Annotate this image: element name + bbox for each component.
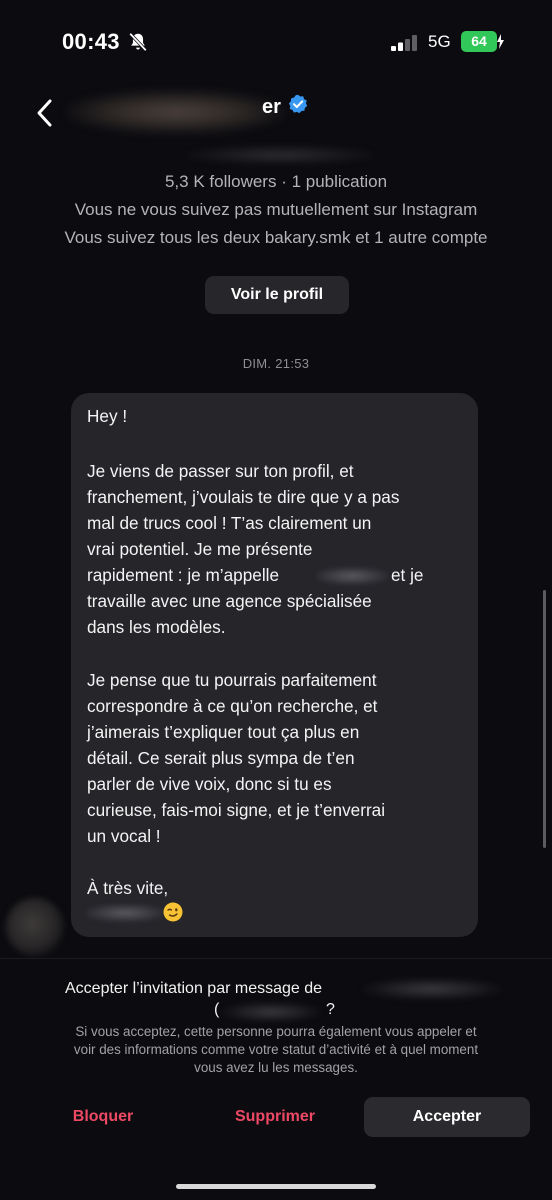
message-line: Hey ! bbox=[87, 406, 128, 426]
mutual-follow-status: Vous ne vous suivez pas mutuellement sur… bbox=[74, 200, 478, 219]
network-type: 5G bbox=[428, 32, 451, 51]
profile-name-redacted bbox=[66, 90, 286, 134]
message-line: dans les modèles. bbox=[87, 617, 226, 637]
battery-level: 64 bbox=[461, 31, 497, 52]
divider bbox=[0, 958, 552, 959]
invite-text: Accepter l’invitation par message de bbox=[65, 980, 323, 997]
avatar[interactable] bbox=[6, 898, 64, 956]
winking-face-emoji bbox=[163, 902, 183, 922]
username-redacted bbox=[185, 145, 375, 165]
message-line: détail. Ce serait plus sympa de t’en bbox=[87, 748, 355, 768]
message-line: Je pense que tu pourrais parfaitement bbox=[87, 670, 377, 690]
message-line: À très vite, bbox=[87, 878, 169, 898]
back-button[interactable] bbox=[30, 96, 60, 130]
profile-name-suffix[interactable]: er bbox=[262, 96, 281, 119]
message-line: rapidement : je m’appelle bbox=[87, 565, 280, 585]
requester-name-redacted bbox=[362, 978, 502, 1000]
message-timestamp: DIM. 21:53 bbox=[242, 356, 310, 371]
bell-slash-icon bbox=[129, 32, 147, 52]
message-line: et je bbox=[391, 565, 424, 585]
cellular-signal-icon bbox=[391, 35, 417, 51]
requester-handle-redacted bbox=[221, 1002, 321, 1022]
scrollbar[interactable] bbox=[543, 590, 546, 848]
invite-paren-open: ( bbox=[214, 1001, 220, 1018]
message-line: vrai potentiel. Je me présente bbox=[87, 539, 313, 559]
block-button[interactable]: Bloquer bbox=[36, 1098, 170, 1136]
home-indicator[interactable] bbox=[176, 1184, 376, 1189]
accept-button[interactable]: Accepter bbox=[364, 1097, 530, 1137]
invite-question-mark: ? bbox=[326, 1001, 335, 1018]
message-line: travaille avec une agence spécialisée bbox=[87, 591, 372, 611]
delete-button[interactable]: Supprimer bbox=[208, 1098, 342, 1136]
disclaimer-line: voir des informations comme votre statut… bbox=[73, 1042, 479, 1057]
status-time: 00:43 bbox=[62, 29, 120, 54]
battery-icon: 64 bbox=[461, 31, 504, 52]
disclaimer-line: vous avez lu les messages. bbox=[194, 1060, 358, 1075]
message-line: curieuse, fais-moi signe, et je t’enverr… bbox=[87, 800, 386, 820]
message-line: franchement, j’voulais te dire que y a p… bbox=[87, 487, 400, 507]
signature-redacted bbox=[86, 904, 164, 922]
message-line: correspondre à ce qu’on recherche, et bbox=[87, 696, 378, 716]
shared-followers: Vous suivez tous les deux bakary.smk et … bbox=[64, 228, 488, 247]
message-line: j’aimerais t’expliquer tout ça plus en bbox=[87, 722, 360, 742]
sender-name-redacted bbox=[316, 567, 388, 585]
disclaimer-line: Si vous acceptez, cette personne pourra … bbox=[75, 1024, 477, 1039]
message-line: mal de trucs cool ! T’as clairement un bbox=[87, 513, 372, 533]
status-bar: 00:43 5G 64 bbox=[0, 0, 552, 80]
view-profile-button[interactable]: Voir le profil bbox=[205, 276, 349, 314]
message-line: un vocal ! bbox=[87, 826, 161, 846]
charging-bolt-icon bbox=[497, 34, 504, 49]
verified-badge-icon bbox=[288, 94, 308, 114]
message-line: Je viens de passer sur ton profil, et bbox=[87, 461, 354, 481]
message-line: parler de vive voix, donc si tu es bbox=[87, 774, 332, 794]
followers-count: 5,3 K followers · 1 publication bbox=[164, 172, 388, 191]
